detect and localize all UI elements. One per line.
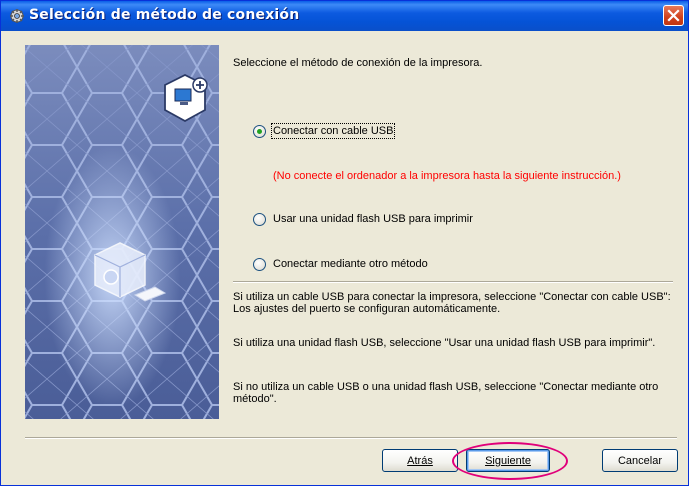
cancel-button-label: Cancelar: [617, 454, 663, 467]
option-other-method[interactable]: Conectar mediante otro método: [253, 256, 428, 272]
radio-other-method[interactable]: [253, 257, 266, 271]
radio-usb-cable[interactable]: [253, 124, 266, 138]
warning-text: (No conecte el ordenador a la impresora …: [273, 170, 621, 182]
side-banner-image: [25, 45, 219, 419]
option-usb-flash[interactable]: Usar una unidad flash USB para imprimir: [253, 211, 473, 227]
dialog-body: Seleccione el método de conexión de la i…: [4, 31, 685, 484]
intro-text: Seleccione el método de conexión de la i…: [233, 57, 483, 69]
help-text-other: Si no utiliza un cable USB o una unidad …: [233, 381, 659, 405]
back-button[interactable]: Atrás: [382, 449, 458, 472]
installer-gear-icon: [10, 9, 24, 23]
setup-dialog: Selección de método de conexión Seleccio…: [0, 0, 689, 486]
footer-divider: [25, 437, 677, 439]
radio-usb-flash[interactable]: [253, 212, 266, 226]
content-divider: [233, 281, 673, 283]
option-other-method-label[interactable]: Conectar mediante otro método: [273, 258, 428, 270]
close-button[interactable]: [663, 5, 684, 26]
option-usb-flash-label[interactable]: Usar una unidad flash USB para imprimir: [273, 213, 473, 225]
back-button-label: Atrás: [407, 454, 433, 467]
close-icon: [667, 9, 680, 22]
window-title: Selección de método de conexión: [29, 7, 300, 23]
title-bar[interactable]: Selección de método de conexión: [1, 1, 688, 31]
next-button-label: Siguiente: [485, 454, 531, 467]
option-usb-cable-label[interactable]: Conectar con cable USB: [270, 123, 396, 139]
option-usb-cable[interactable]: Conectar con cable USB: [253, 123, 396, 139]
help-text-usb-cable: Si utiliza un cable USB para conectar la…: [233, 291, 671, 315]
help-text-usb-flash: Si utiliza una unidad flash USB, selecci…: [233, 337, 656, 349]
next-button[interactable]: Siguiente: [466, 449, 550, 472]
cancel-button[interactable]: Cancelar: [602, 449, 678, 472]
